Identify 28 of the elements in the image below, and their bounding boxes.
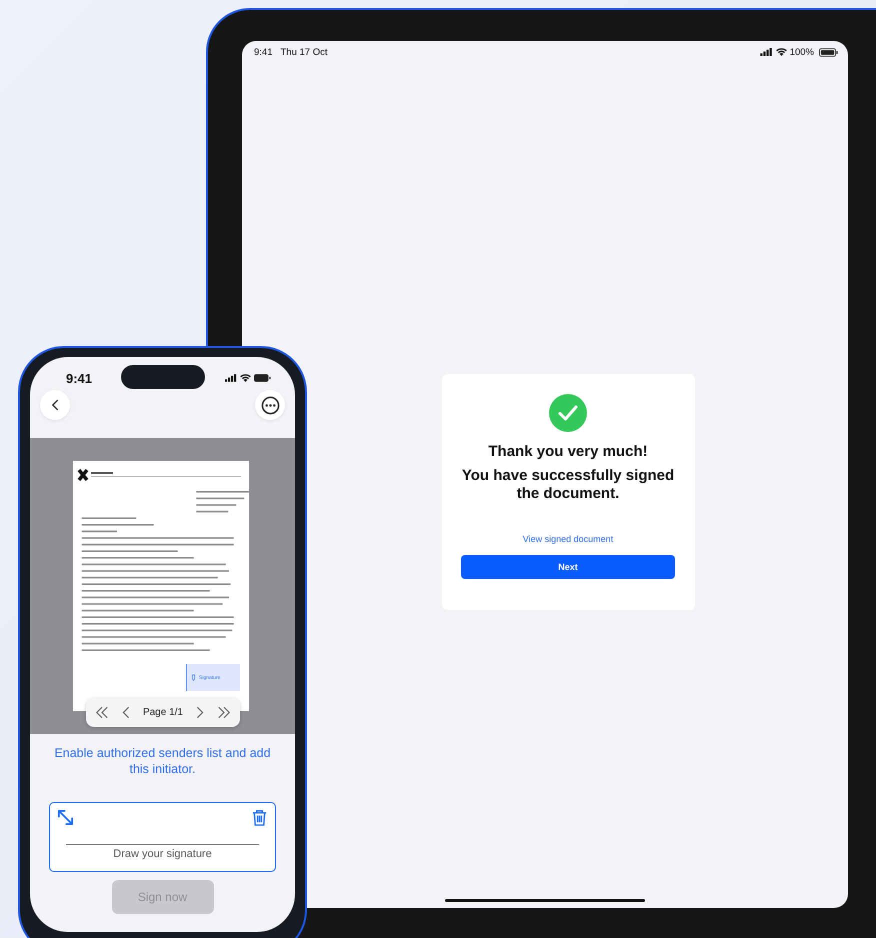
first-page-button[interactable] — [94, 706, 109, 719]
signal-icon — [225, 374, 237, 382]
next-button[interactable]: Next — [461, 555, 675, 579]
more-icon — [260, 396, 280, 414]
signal-icon — [760, 48, 773, 56]
pen-icon — [191, 674, 196, 682]
last-page-button[interactable] — [216, 706, 231, 719]
expand-icon[interactable] — [57, 809, 74, 826]
view-document-link[interactable]: View signed document — [522, 534, 614, 544]
thank-you-title: Thank you very much! — [488, 443, 648, 460]
wifi-icon — [776, 48, 787, 56]
status-date: Thu 17 Oct — [280, 46, 328, 58]
chevron-left-icon — [50, 399, 60, 411]
battery-icon — [254, 374, 271, 382]
success-message: You have successfully signed the document. — [461, 467, 675, 503]
signature-pad[interactable]: Draw your signature — [49, 802, 276, 872]
back-button[interactable] — [40, 390, 70, 420]
battery-percent: 100% — [790, 46, 814, 58]
success-check-icon — [549, 394, 587, 432]
status-time: 9:41 — [66, 370, 92, 386]
signature-placeholder: Draw your signature — [113, 848, 212, 860]
trash-icon[interactable] — [251, 809, 268, 826]
battery-icon — [819, 48, 838, 56]
wifi-icon — [240, 374, 251, 382]
more-button[interactable] — [255, 390, 285, 420]
page-indicator: Page 1/1 — [142, 707, 183, 718]
authorized-senders-link[interactable]: Enable authorized senders list and add this initiator. — [48, 745, 276, 777]
status-time: 9:41 — [254, 46, 272, 58]
